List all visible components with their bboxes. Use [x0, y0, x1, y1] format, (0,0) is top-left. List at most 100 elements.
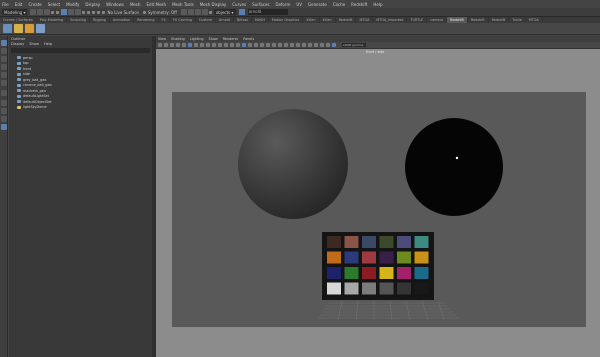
isolate-select-icon[interactable] [296, 43, 300, 47]
color-management-icon[interactable] [332, 43, 336, 47]
rotate-tool-icon[interactable] [1, 72, 7, 78]
outliner-item[interactable]: defaultObjectSet [17, 99, 52, 104]
menu-surfaces[interactable]: Surfaces [252, 2, 269, 7]
lock-camera-icon[interactable] [164, 43, 168, 47]
menu-cache[interactable]: Cache [333, 2, 345, 7]
snap-view-icon[interactable] [97, 10, 101, 14]
macbeth-chart[interactable] [322, 232, 434, 300]
open-scene-icon[interactable] [37, 9, 44, 15]
hypershade-icon[interactable] [25, 24, 34, 33]
select-camera-icon[interactable] [158, 43, 162, 47]
outliner-menu-help[interactable]: Help [44, 42, 52, 46]
outliner-menu-show[interactable]: Show [29, 42, 39, 46]
undo-icon[interactable] [51, 10, 55, 14]
menu-help[interactable]: Help [373, 2, 382, 7]
four-view-layout-icon[interactable] [1, 108, 7, 114]
menu-uv[interactable]: UV [296, 2, 302, 7]
outliner-item[interactable]: front [17, 66, 31, 71]
menu-display[interactable]: Display [85, 2, 100, 7]
select-by-hierarchy-icon[interactable] [61, 9, 68, 15]
viewport-menu-panels[interactable]: Panels [243, 37, 254, 41]
redo-icon[interactable] [56, 10, 60, 14]
textured-icon[interactable] [254, 43, 258, 47]
menu-file[interactable]: File [2, 2, 9, 7]
depth-of-field-icon[interactable] [290, 43, 294, 47]
shadows-icon[interactable] [266, 43, 270, 47]
select-by-object-icon[interactable] [68, 9, 75, 15]
snap-curve-icon[interactable] [87, 10, 91, 14]
colorspace-dropdown[interactable]: sRGB gamma [342, 43, 366, 47]
image-plane-icon[interactable] [182, 43, 186, 47]
outliner-item[interactable]: side [17, 72, 30, 77]
xray-joints-icon[interactable] [308, 43, 312, 47]
menu-create[interactable]: Create [28, 2, 41, 7]
xray-icon[interactable] [302, 43, 306, 47]
viewport-menu-view[interactable]: View [158, 37, 166, 41]
snap-grid-icon[interactable] [82, 10, 86, 14]
outliner-item[interactable]: lightSkyDome [17, 105, 47, 110]
menu-generate[interactable]: Generate [308, 2, 327, 7]
renderer-field[interactable]: arnold [247, 9, 288, 15]
symmetry-label[interactable]: Symmetry: Off [148, 10, 177, 15]
paint-select-tool-icon[interactable] [1, 56, 7, 62]
smooth-shade-icon[interactable] [236, 43, 240, 47]
safe-title-icon[interactable] [224, 43, 228, 47]
use-default-material-icon[interactable] [242, 43, 246, 47]
menu-modify[interactable]: Modify [66, 2, 79, 7]
lasso-tool-icon[interactable] [1, 48, 7, 54]
viewport-panel[interactable]: View Shading Lighting Show Renderer Panels sR… [156, 36, 600, 357]
workspace-dropdown[interactable]: Modeling ▾ [2, 9, 28, 15]
move-tool-icon[interactable] [1, 64, 7, 70]
field-chart-icon[interactable] [212, 43, 216, 47]
show-manipulator-icon[interactable] [1, 90, 7, 96]
viewport-menu-renderer[interactable]: Renderer [223, 37, 238, 41]
outliner-layout-icon[interactable] [1, 124, 7, 130]
gate-mask-icon[interactable] [206, 43, 210, 47]
snap-surface-icon[interactable] [102, 10, 106, 14]
wireframe-icon[interactable] [230, 43, 234, 47]
menu-mesh-display[interactable]: Mesh Display [200, 2, 227, 7]
resolution-gate-icon[interactable] [200, 43, 204, 47]
select-tool-icon[interactable] [1, 40, 7, 46]
menu-edit[interactable]: Edit [15, 2, 23, 7]
grid-icon[interactable] [188, 43, 192, 47]
input-mode-icon[interactable] [208, 10, 212, 14]
chrome-ball[interactable] [405, 118, 503, 216]
outliner-menu-display[interactable]: Display [11, 42, 24, 46]
no-live-surface-label[interactable]: No Live Surface [107, 10, 138, 15]
gamma-icon[interactable] [326, 43, 330, 47]
outliner-search-input[interactable] [11, 48, 150, 53]
render-view-icon[interactable] [3, 24, 12, 33]
menu-curves[interactable]: Curves [232, 2, 246, 7]
ipr-icon[interactable] [14, 24, 23, 33]
wireframe-on-shaded-icon[interactable] [248, 43, 252, 47]
render-settings-icon[interactable] [194, 9, 201, 15]
xray-components-icon[interactable] [314, 43, 318, 47]
viewport-menu-show[interactable]: Show [209, 37, 218, 41]
menu-deform[interactable]: Deform [275, 2, 290, 7]
film-gate-icon[interactable] [194, 43, 198, 47]
outliner-item[interactable]: persp [17, 55, 33, 60]
menu-select[interactable]: Select [48, 2, 60, 7]
outliner-item[interactable]: chrome_ball_geo [17, 83, 52, 88]
render-settings-icon[interactable] [36, 24, 45, 33]
outliner-item[interactable]: defaultLightSet [17, 94, 49, 99]
snap-point-icon[interactable] [92, 10, 96, 14]
menu-edit-mesh[interactable]: Edit Mesh [147, 2, 167, 7]
menu-redshift[interactable]: Redshift [351, 2, 367, 7]
screen-space-ao-icon[interactable] [272, 43, 276, 47]
viewport-menu-lighting[interactable]: Lighting [190, 37, 204, 41]
safe-action-icon[interactable] [218, 43, 222, 47]
single-perspective-layout-icon[interactable] [1, 100, 7, 106]
motion-blur-icon[interactable] [278, 43, 282, 47]
select-by-component-icon[interactable] [75, 9, 82, 15]
select-mode-dropdown[interactable]: objects ▾ [213, 9, 236, 15]
outliner-item[interactable]: grey_ball_geo [17, 77, 46, 82]
save-scene-icon[interactable] [44, 9, 51, 15]
hypershade-icon[interactable] [201, 9, 208, 15]
persp-outliner-layout-icon[interactable] [1, 116, 7, 122]
menu-mesh-tools[interactable]: Mesh Tools [172, 2, 194, 7]
viewport-menu-shading[interactable]: Shading [171, 37, 185, 41]
menu-windows[interactable]: Windows [106, 2, 124, 7]
outliner-item[interactable]: macbeth_geo [17, 88, 46, 93]
